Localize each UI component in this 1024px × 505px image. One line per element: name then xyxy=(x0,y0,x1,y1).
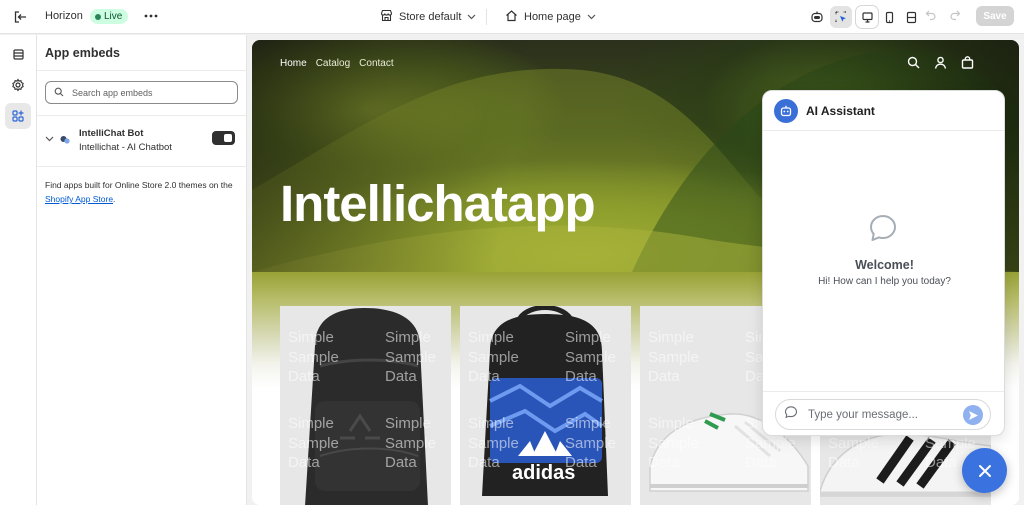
intellichat-logo-icon xyxy=(59,133,71,151)
watermark-text: Simple Sample Data xyxy=(468,329,519,385)
send-button[interactable] xyxy=(963,405,983,425)
divider xyxy=(37,70,247,71)
redo-icon[interactable] xyxy=(949,9,961,24)
watermark-text: Simple Sample Data xyxy=(565,415,616,471)
gear-icon[interactable] xyxy=(5,72,31,98)
sections-icon[interactable] xyxy=(5,41,31,67)
app-embeds-icon[interactable] xyxy=(5,103,31,129)
chat-widget: AI Assistant Welcome! Hi! How can I help… xyxy=(762,90,1005,436)
ai-sidekick-icon[interactable] xyxy=(806,6,828,28)
more-actions-icon[interactable] xyxy=(143,7,159,25)
send-icon xyxy=(968,410,978,420)
divider xyxy=(37,166,247,167)
search-icon xyxy=(54,84,64,102)
theme-name: Horizon xyxy=(45,10,83,22)
toggle-knob xyxy=(224,134,232,142)
watermark-text: Simple Sample Data xyxy=(288,329,339,385)
chat-footer xyxy=(763,391,1004,435)
help-text-body: Find apps built for Online Store 2.0 the… xyxy=(45,180,233,190)
watermark-text: Simple Sample Data xyxy=(288,415,339,471)
home-icon xyxy=(505,9,518,25)
app-embeds-panel: App embeds IntelliChat Bot Intellichat -… xyxy=(37,35,247,505)
watermark-text: Simple Sample Data xyxy=(565,329,616,385)
chat-title: AI Assistant xyxy=(806,104,875,118)
chat-welcome: Welcome! xyxy=(855,258,914,272)
nav-link-contact[interactable]: Contact xyxy=(359,58,393,69)
store-selector-label: Store default xyxy=(399,11,462,23)
account-icon[interactable] xyxy=(934,56,947,74)
mobile-view-icon[interactable] xyxy=(878,6,900,28)
live-badge-label: Live xyxy=(104,11,123,22)
search-icon[interactable] xyxy=(907,56,920,74)
help-text: Find apps built for Online Store 2.0 the… xyxy=(45,178,240,206)
store-icon xyxy=(380,9,393,25)
watermark-text: Simple Sample Data xyxy=(385,329,436,385)
desktop-view-icon[interactable] xyxy=(856,6,878,28)
page-selector[interactable]: Home page xyxy=(505,8,596,26)
nav-link-catalog[interactable]: Catalog xyxy=(316,58,350,69)
fullscreen-icon[interactable] xyxy=(900,6,922,28)
left-rail xyxy=(0,35,37,505)
search-input[interactable] xyxy=(72,87,222,98)
chat-close-button[interactable] xyxy=(962,448,1007,493)
chat-bubble-small-icon xyxy=(784,405,798,424)
live-dot-icon xyxy=(95,13,101,20)
product-card[interactable]: adidas Simple Sample Data Simple Sample … xyxy=(460,306,631,505)
chevron-down-icon xyxy=(467,12,476,22)
divider xyxy=(37,115,247,116)
panel-title: App embeds xyxy=(45,46,121,60)
chat-bubble-icon xyxy=(867,212,899,249)
divider xyxy=(486,9,487,25)
product-card[interactable]: Simple Sample Data Simple Sample Data Si… xyxy=(280,306,451,505)
watermark-text: Simple Sample Data xyxy=(468,415,519,471)
live-badge: Live xyxy=(90,9,129,24)
store-header-icons xyxy=(907,56,974,74)
watermark-text: Simple Sample Data xyxy=(648,329,699,385)
exit-icon[interactable] xyxy=(10,7,30,27)
app-embed-subtitle: Intellichat - AI Chatbot xyxy=(79,142,172,153)
chevron-down-icon[interactable] xyxy=(45,134,54,145)
undo-icon[interactable] xyxy=(925,9,937,24)
store-selector[interactable]: Store default xyxy=(380,8,476,26)
app-embed-toggle[interactable] xyxy=(212,131,235,145)
watermark-text: Simple Sample Data xyxy=(648,415,699,471)
app-embed-item[interactable]: IntelliChat Bot Intellichat - AI Chatbot xyxy=(45,127,238,157)
search-box[interactable] xyxy=(45,81,238,104)
help-text-suffix: . xyxy=(113,194,116,204)
cart-icon[interactable] xyxy=(961,56,974,74)
chat-input-box[interactable] xyxy=(775,399,991,430)
close-icon xyxy=(978,464,991,477)
chat-header: AI Assistant xyxy=(763,91,1004,131)
page-selector-label: Home page xyxy=(524,11,581,23)
save-button[interactable]: Save xyxy=(976,6,1014,26)
watermark-text: Simple Sample Data xyxy=(385,415,436,471)
store-nav: Home Catalog Contact xyxy=(280,58,394,69)
app-embed-name: IntelliChat Bot xyxy=(79,128,144,139)
chat-message-input[interactable] xyxy=(808,408,958,421)
chevron-down-icon xyxy=(587,12,596,22)
chat-subtitle: Hi! How can I help you today? xyxy=(818,276,951,287)
inspector-icon[interactable] xyxy=(830,6,852,28)
shopify-app-store-link[interactable]: Shopify App Store xyxy=(45,194,113,204)
top-bar: Horizon Live Store default Home page Sav… xyxy=(0,0,1024,34)
bot-icon xyxy=(774,99,798,123)
hero-title: Intellichatapp xyxy=(280,175,596,232)
nav-link-home[interactable]: Home xyxy=(280,58,307,69)
